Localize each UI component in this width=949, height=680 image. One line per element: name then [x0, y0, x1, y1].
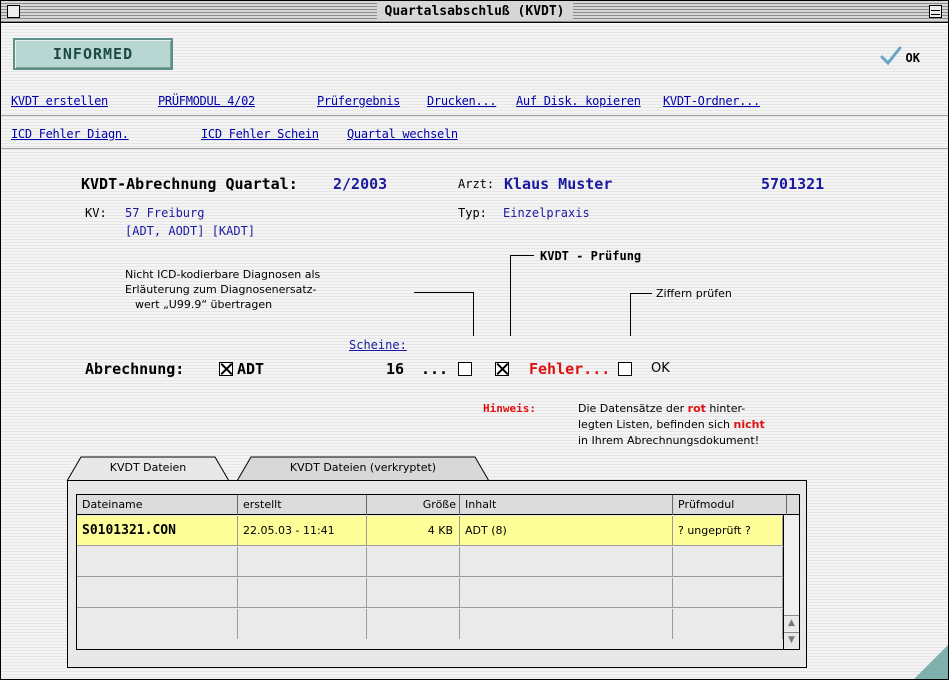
tab-kvdt-dateien-verkryptet[interactable]: KVDT Dateien (verkryptet): [251, 456, 475, 482]
connector-kvdt-v: [510, 255, 511, 336]
cell-groesse: 4 KB: [367, 516, 460, 546]
col-pruefmodul[interactable]: Prüfmodul: [673, 495, 787, 515]
scroll-down-arrow-icon[interactable]: ▼: [784, 632, 799, 648]
window-title: Quartalsabschluß (KVDT): [376, 3, 573, 21]
zoom-box[interactable]: [929, 5, 942, 18]
ok-button[interactable]: OK: [880, 46, 920, 66]
connector-kvdt-h: [510, 255, 534, 256]
icd-note-line2: Erläuterung zum Diagnosenersatz-: [125, 283, 317, 296]
hinweis-line3: in Ihrem Abrechnungsdokument!: [578, 434, 760, 447]
abrechnung-label: Abrechnung:: [85, 360, 185, 378]
table-scrollbar[interactable]: ▲ ▼: [783, 515, 799, 649]
tab-kvdt-dateien[interactable]: KVDT Dateien: [81, 456, 215, 482]
icd-note-line3: wert „U99.9“ übertragen: [135, 298, 273, 311]
hinweis-text: Die Datensätze der rot hinter- legten Li…: [578, 401, 765, 449]
connector-icd-h: [414, 292, 474, 293]
link-icd-fehler-diagn[interactable]: ICD Fehler Diagn.: [11, 127, 129, 141]
scheine-more-button[interactable]: ...: [421, 360, 448, 378]
informed-logo: INFORMED: [13, 38, 173, 70]
adt-checkbox[interactable]: [219, 362, 233, 376]
link-auf-disk-kopieren[interactable]: Auf Disk. kopieren: [516, 94, 641, 108]
files-table: Dateiname erstellt Größe Inhalt Prüfmodu…: [76, 494, 800, 650]
kv-types: [ADT, AODT] [KADT]: [125, 224, 256, 238]
link-icd-fehler-schein[interactable]: ICD Fehler Schein: [201, 127, 319, 141]
quartal-value: 2/2003: [333, 175, 388, 193]
connector-icd-v: [473, 292, 474, 336]
connector-ziffern-h: [630, 293, 652, 294]
col-inhalt[interactable]: Inhalt: [460, 495, 673, 515]
hinweis-line1: Die Datensätze der rot hinter-: [578, 402, 746, 415]
kvdt-pruefung-label: KVDT - Prüfung: [540, 249, 642, 263]
ziffern-ok-label: OK: [651, 361, 670, 376]
main-window: Quartalsabschluß (KVDT) INFORMED OK KVDT…: [0, 0, 949, 680]
table-row-empty[interactable]: [77, 578, 783, 608]
link-kvdt-ordner[interactable]: KVDT-Ordner...: [663, 94, 760, 108]
adt-checkbox-label: ADT: [237, 360, 265, 378]
typ-value: Einzelpraxis: [503, 206, 590, 220]
typ-label: Typ:: [458, 206, 487, 220]
checkmark-icon: [880, 46, 902, 66]
fehler-button[interactable]: Fehler...: [529, 360, 610, 378]
arzt-name: Klaus Muster: [504, 175, 613, 193]
title-bar[interactable]: Quartalsabschluß (KVDT): [1, 1, 948, 23]
scroll-up-arrow-icon[interactable]: ▲: [784, 615, 799, 631]
connector-ziffern-v: [630, 293, 631, 336]
kv-label: KV:: [85, 206, 107, 220]
window-content: INFORMED OK KVDT erstellen PRÜFMODUL 4/0…: [1, 24, 948, 679]
link-scheine[interactable]: Scheine:: [349, 338, 407, 352]
hinweis-line2: legten Listen, befinden sich nicht: [578, 418, 765, 431]
abrechnung-heading: KVDT-Abrechnung Quartal:: [81, 175, 298, 193]
hinweis-label: Hinweis:: [483, 402, 536, 415]
col-dateiname[interactable]: Dateiname: [77, 495, 238, 515]
icd-note-line1: Nicht ICD-kodierbare Diagnosen als: [125, 268, 321, 281]
cell-erstellt: 22.05.03 - 11:41: [238, 516, 367, 546]
link-quartal-wechseln[interactable]: Quartal wechseln: [347, 127, 458, 141]
col-erstellt[interactable]: erstellt: [238, 495, 367, 515]
link-pruefmodul[interactable]: PRÜFMODUL 4/02: [158, 94, 255, 108]
scheine-count: 16: [386, 360, 405, 378]
cell-pruefmodul: ? ungeprüft ?: [673, 516, 783, 546]
ziffern-checkbox[interactable]: [618, 362, 632, 376]
menu-row-2: ICD Fehler Diagn. ICD Fehler Schein Quar…: [1, 121, 948, 149]
icd-checkbox[interactable]: [458, 362, 472, 376]
ok-button-label: OK: [905, 51, 920, 65]
col-groesse[interactable]: Größe: [367, 495, 460, 515]
menu-row-1: KVDT erstellen PRÜFMODUL 4/02 Prüfergebn…: [1, 88, 948, 116]
resize-corner[interactable]: [914, 645, 948, 679]
link-pruefergebnis[interactable]: Prüfergebnis: [317, 94, 400, 108]
cell-inhalt: ADT (8): [460, 516, 673, 546]
kvdt-pruefung-checkbox[interactable]: [495, 362, 509, 376]
table-row-empty[interactable]: [77, 609, 783, 639]
tab-panel: Dateiname erstellt Größe Inhalt Prüfmodu…: [67, 480, 807, 668]
link-drucken[interactable]: Drucken...: [427, 94, 497, 108]
cell-dateiname: S0101321.CON: [77, 516, 238, 546]
close-box[interactable]: [7, 5, 20, 18]
ziffern-pruefen-label: Ziffern prüfen: [656, 287, 732, 300]
arzt-nummer: 5701321: [761, 175, 825, 193]
table-row[interactable]: S0101321.CON 22.05.03 - 11:41 4 KB ADT (…: [77, 516, 783, 546]
link-kvdt-erstellen[interactable]: KVDT erstellen: [11, 94, 108, 108]
table-header: Dateiname erstellt Größe Inhalt Prüfmodu…: [77, 495, 799, 515]
kv-value: 57 Freiburg: [125, 206, 205, 220]
arzt-label: Arzt:: [458, 177, 495, 191]
table-row-empty[interactable]: [77, 547, 783, 577]
